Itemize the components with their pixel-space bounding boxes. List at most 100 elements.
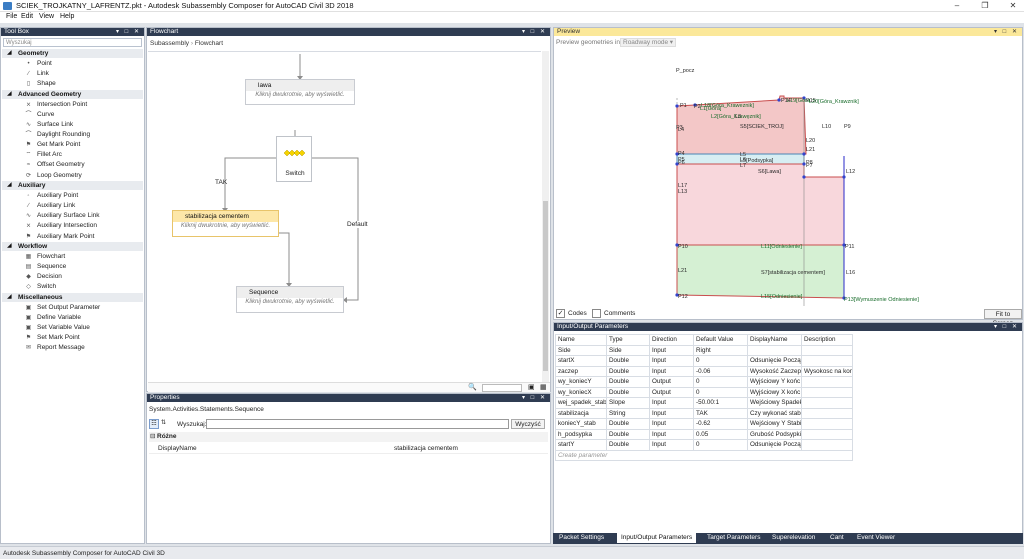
table-cell[interactable]: zaczep <box>555 365 607 377</box>
table-row[interactable]: koniecY_stab Double Input -0.62 Wejściowy Y … <box>555 418 853 430</box>
table-cell[interactable]: Wyjściowy X końc <box>747 386 802 398</box>
collapse-arrow-icon[interactable]: ◢ <box>7 293 12 302</box>
breadcrumb-subassembly[interactable]: Subassembly <box>150 40 189 47</box>
table-cell[interactable] <box>801 344 853 356</box>
categorized-icon[interactable]: ☷ <box>149 419 159 429</box>
column-header[interactable]: DisplayName <box>747 334 802 346</box>
toolbox-category[interactable]: ◢ Advanced Geometry <box>2 89 143 99</box>
menu-file[interactable]: File <box>6 13 17 20</box>
menu-view[interactable]: View <box>39 13 54 20</box>
panel-controls[interactable]: ▾ □ ✕ <box>994 28 1019 36</box>
overview-icon[interactable]: ▦ <box>540 383 547 391</box>
toolbox-category[interactable]: ◢ Auxiliary <box>2 181 143 191</box>
table-cell[interactable]: String <box>606 407 650 419</box>
create-parameter-input[interactable]: Create parameter <box>555 449 853 461</box>
zoom-select[interactable] <box>482 384 522 392</box>
table-cell[interactable]: 0.05 <box>693 428 748 440</box>
table-cell[interactable]: Input <box>649 439 694 451</box>
table-cell[interactable]: Output <box>649 376 694 388</box>
table-cell[interactable]: koniecY_stab <box>555 418 607 430</box>
sort-icon[interactable]: ⇅ <box>161 419 166 426</box>
breadcrumb-flowchart[interactable]: Flowchart <box>195 40 223 47</box>
table-cell[interactable]: -0.06 <box>693 365 748 377</box>
restore-button[interactable]: ❐ <box>976 0 994 12</box>
column-header[interactable]: Direction <box>649 334 694 346</box>
table-cell[interactable]: Odsunięcie Począt <box>747 355 802 367</box>
column-header[interactable]: Type <box>606 334 650 346</box>
stabilizacja-activity[interactable]: stabilizacja cementem Kliknij dwukrotnie… <box>172 210 279 237</box>
table-cell[interactable]: 0 <box>693 355 748 367</box>
table-cell[interactable]: wy_koniecX <box>555 386 607 398</box>
table-cell[interactable] <box>801 386 853 398</box>
table-cell[interactable]: Input <box>649 397 694 409</box>
table-cell[interactable]: -50.00:1 <box>693 397 748 409</box>
toolbox-category[interactable]: ◢ Workflow <box>2 242 143 252</box>
table-cell[interactable] <box>801 439 853 451</box>
collapse-arrow-icon[interactable]: ◢ <box>7 90 12 99</box>
tab-superelevation[interactable]: Superelevation <box>768 533 819 543</box>
table-cell[interactable]: Wyjściowy Y końc <box>747 376 802 388</box>
create-parameter-row[interactable]: Create parameter <box>555 449 853 461</box>
toolbox-search-input[interactable]: Wyszukaj <box>3 38 142 47</box>
table-cell[interactable]: Wejściowy Spadek <box>747 397 802 409</box>
table-cell[interactable]: Input <box>649 407 694 419</box>
panel-controls[interactable]: ▾ □ ✕ <box>522 28 547 36</box>
mode-select[interactable]: Roadway mode ▾ <box>620 38 676 47</box>
table-cell[interactable]: Input <box>649 344 694 356</box>
table-cell[interactable]: Input <box>649 418 694 430</box>
table-cell[interactable]: wy_koniecY <box>555 376 607 388</box>
table-cell[interactable]: startY <box>555 439 607 451</box>
properties-search-input[interactable] <box>206 419 509 429</box>
table-row[interactable]: wy_koniecY Double Output 0 Wyjściowy Y końc <box>555 376 853 388</box>
properties-group[interactable]: ⊟ Różne <box>149 432 548 442</box>
table-cell[interactable]: Wejściowy Y Stabi <box>747 418 802 430</box>
table-cell[interactable]: Double <box>606 365 650 377</box>
table-cell[interactable]: Grubość Podsypki <box>747 428 802 440</box>
table-cell[interactable] <box>801 355 853 367</box>
fit-to-screen-button[interactable]: Fit to Screen <box>984 309 1022 327</box>
panel-controls[interactable]: ▾ □ ✕ <box>994 323 1019 331</box>
table-cell[interactable]: Output <box>649 386 694 398</box>
table-cell[interactable]: Odsunięcie Począt <box>747 439 802 451</box>
table-cell[interactable]: Side <box>606 344 650 356</box>
clear-button[interactable]: Wyczyść <box>511 419 545 429</box>
table-row[interactable]: stabilizacja String Input TAK Czy wykonać st… <box>555 407 853 419</box>
menu-help[interactable]: Help <box>60 13 74 20</box>
flowchart-scrollbar[interactable] <box>542 51 549 382</box>
table-cell[interactable]: Slope <box>606 397 650 409</box>
comments-checkbox[interactable] <box>592 309 601 318</box>
sequence-activity[interactable]: Sequence Kliknij dwukrotnie, aby wyświet… <box>236 286 344 313</box>
table-row[interactable]: h_podsypka Double Input 0.05 Grubość Podsypk… <box>555 428 853 440</box>
property-row[interactable]: DisplayName stabilizacja cementem <box>149 443 548 454</box>
table-row[interactable]: wej_spadek_stab Slope Input -50.00:1 Wejścio… <box>555 397 853 409</box>
column-header[interactable]: Name <box>555 334 607 346</box>
flowchart-canvas[interactable]: lawa Kliknij dwukrotnie, aby wyświetlić.… <box>148 51 541 381</box>
tab-target-parameters[interactable]: Target Parameters <box>703 533 764 543</box>
column-header[interactable]: Default Value <box>693 334 748 346</box>
table-cell[interactable]: h_podsypka <box>555 428 607 440</box>
table-cell[interactable]: -0.62 <box>693 418 748 430</box>
table-row[interactable]: Side Side Input Right <box>555 344 853 356</box>
table-cell[interactable]: Double <box>606 428 650 440</box>
table-cell[interactable]: startX <box>555 355 607 367</box>
toolbox-category[interactable]: ◢ Miscellaneous <box>2 293 143 302</box>
property-value[interactable]: stabilizacja cementem <box>394 445 458 452</box>
fit-flow-icon[interactable]: ▣ <box>528 383 535 391</box>
tab-event-viewer[interactable]: Event Viewer <box>853 533 899 543</box>
codes-checkbox[interactable]: ✓ <box>556 309 565 318</box>
table-cell[interactable] <box>801 397 853 409</box>
collapse-icon[interactable]: ⊟ <box>150 432 155 442</box>
table-cell[interactable]: Double <box>606 376 650 388</box>
table-cell[interactable]: Input <box>649 365 694 377</box>
collapse-arrow-icon[interactable]: ◢ <box>7 49 12 58</box>
preview-canvas[interactable]: P_poczP1 P2 L1[Góra]L18[Góra_Kraweznik]P14… <box>554 58 1022 306</box>
table-cell[interactable]: Double <box>606 355 650 367</box>
lawa-activity[interactable]: lawa Kliknij dwukrotnie, aby wyświetlić. <box>245 79 355 105</box>
table-cell[interactable]: Input <box>649 428 694 440</box>
menu-edit[interactable]: Edit <box>21 13 33 20</box>
table-cell[interactable]: Double <box>606 439 650 451</box>
table-row[interactable]: startY Double Input 0 Odsunięcie Począt <box>555 439 853 451</box>
table-row[interactable]: wy_koniecX Double Output 0 Wyjściowy X końc <box>555 386 853 398</box>
zoom-icon[interactable]: 🔍 <box>468 383 477 391</box>
close-button[interactable]: ✕ <box>1004 0 1022 12</box>
